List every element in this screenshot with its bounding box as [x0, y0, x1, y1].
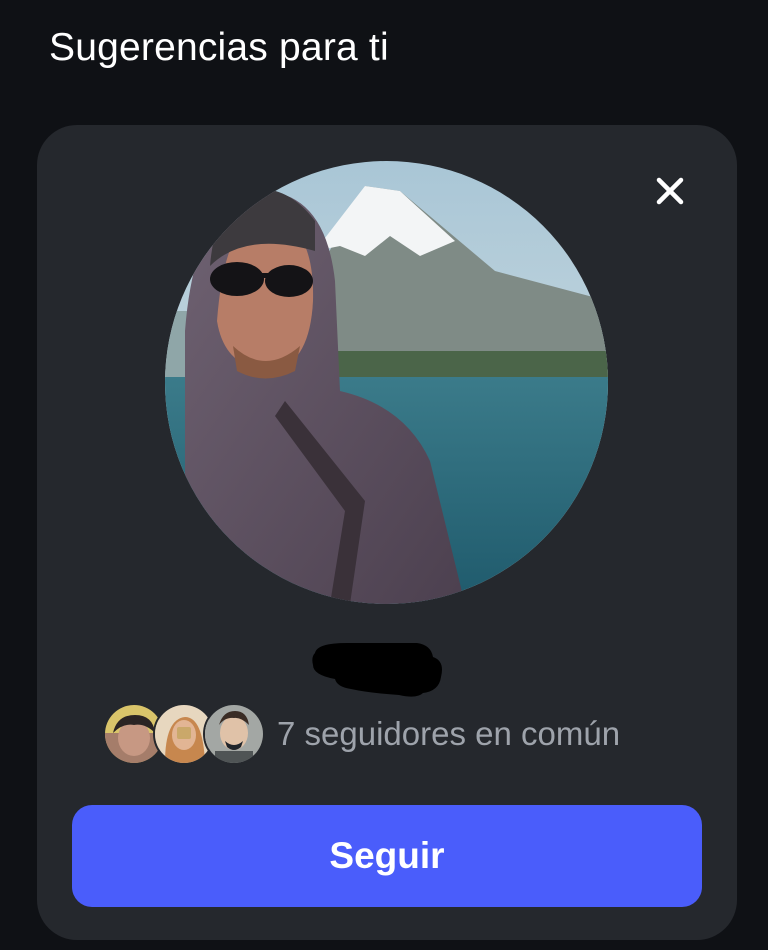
section-title: Sugerencias para ti — [49, 26, 389, 69]
follow-button[interactable]: Seguir — [72, 805, 702, 907]
suggestion-card: 7 seguidores en común Seguir — [37, 125, 737, 940]
dismiss-button[interactable] — [649, 170, 691, 212]
mutual-avatars — [103, 703, 265, 765]
mutual-followers[interactable]: 7 seguidores en común — [103, 703, 620, 765]
profile-avatar[interactable] — [165, 161, 608, 604]
mutual-followers-text: 7 seguidores en común — [277, 715, 621, 752]
username-redacted — [307, 639, 447, 699]
mutual-avatar — [203, 703, 265, 765]
suggestions-page: Sugerencias para ti 7 seguidores en comú… — [0, 0, 768, 950]
close-icon — [656, 177, 684, 205]
